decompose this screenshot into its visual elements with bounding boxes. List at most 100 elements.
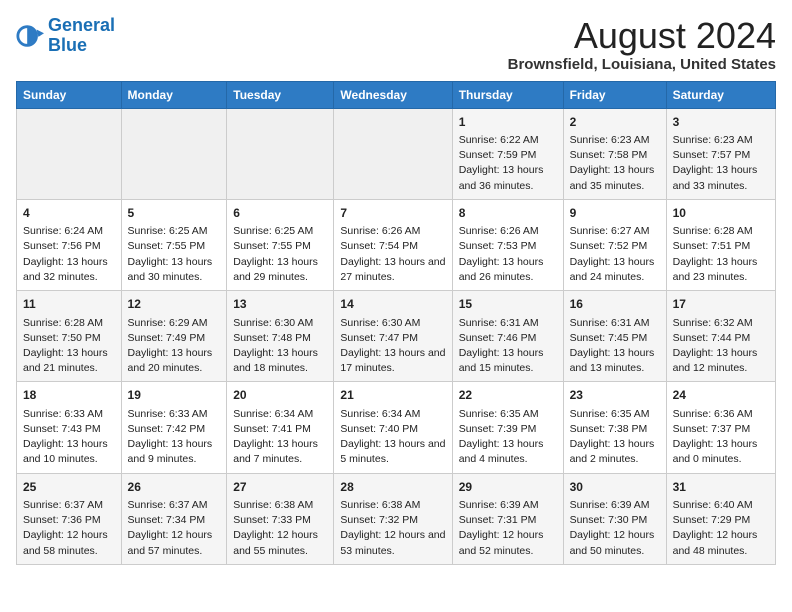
week-row-1: 1Sunrise: 6:22 AM Sunset: 7:59 PM Daylig… bbox=[17, 108, 776, 199]
day-cell: 2Sunrise: 6:23 AM Sunset: 7:58 PM Daylig… bbox=[563, 108, 666, 199]
day-detail: Sunrise: 6:27 AM Sunset: 7:52 PM Dayligh… bbox=[570, 224, 660, 285]
day-number: 28 bbox=[340, 479, 445, 496]
day-detail: Sunrise: 6:36 AM Sunset: 7:37 PM Dayligh… bbox=[673, 407, 769, 468]
day-cell: 14 Sunrise: 6:30 AM Sunset: 7:47 PM Dayli… bbox=[334, 291, 452, 382]
day-cell: 19 Sunrise: 6:33 AM Sunset: 7:42 PM Dayli… bbox=[121, 382, 227, 473]
day-cell bbox=[17, 108, 122, 199]
day-cell: 18Sunrise: 6:33 AM Sunset: 7:43 PM Dayli… bbox=[17, 382, 122, 473]
day-cell: 24 Sunrise: 6:36 AM Sunset: 7:37 PM Dayli… bbox=[666, 382, 775, 473]
day-cell bbox=[334, 108, 452, 199]
day-number: 26 bbox=[128, 479, 221, 496]
day-number: 21 bbox=[340, 387, 445, 404]
day-number: 10 bbox=[673, 205, 769, 222]
day-cell: 25 Sunrise: 6:37 AM Sunset: 7:36 PM Dayli… bbox=[17, 473, 122, 564]
col-header-sunday: Sunday bbox=[17, 81, 122, 108]
week-row-3: 11 Sunrise: 6:28 AM Sunset: 7:50 PM Dayli… bbox=[17, 291, 776, 382]
day-detail: Sunrise: 6:39 AM Sunset: 7:30 PM Dayligh… bbox=[570, 498, 660, 559]
day-cell: 4 Sunrise: 6:24 AM Sunset: 7:56 PM Daylig… bbox=[17, 199, 122, 290]
day-cell: 29 Sunrise: 6:39 AM Sunset: 7:31 PM Dayli… bbox=[452, 473, 563, 564]
day-detail: Sunrise: 6:33 AM Sunset: 7:42 PM Dayligh… bbox=[128, 407, 221, 468]
page-title: August 2024 bbox=[508, 16, 776, 56]
day-number: 4 bbox=[23, 205, 115, 222]
day-number: 12 bbox=[128, 296, 221, 313]
logo: General Blue bbox=[16, 16, 115, 56]
day-detail: Sunrise: 6:38 AM Sunset: 7:33 PM Dayligh… bbox=[233, 498, 327, 559]
day-number: 29 bbox=[459, 479, 557, 496]
day-number: 23 bbox=[570, 387, 660, 404]
logo-text: General Blue bbox=[48, 16, 115, 56]
day-detail: Sunrise: 6:38 AM Sunset: 7:32 PM Dayligh… bbox=[340, 498, 445, 559]
day-detail: Sunrise: 6:31 AM Sunset: 7:45 PM Dayligh… bbox=[570, 316, 660, 377]
day-detail: Sunrise: 6:39 AM Sunset: 7:31 PM Dayligh… bbox=[459, 498, 557, 559]
day-cell: 6 Sunrise: 6:25 AM Sunset: 7:55 PM Daylig… bbox=[227, 199, 334, 290]
day-number: 6 bbox=[233, 205, 327, 222]
day-number: 11 bbox=[23, 296, 115, 313]
col-header-friday: Friday bbox=[563, 81, 666, 108]
day-cell: 15 Sunrise: 6:31 AM Sunset: 7:46 PM Dayli… bbox=[452, 291, 563, 382]
col-header-saturday: Saturday bbox=[666, 81, 775, 108]
day-cell: 17 Sunrise: 6:32 AM Sunset: 7:44 PM Dayli… bbox=[666, 291, 775, 382]
title-area: August 2024 Brownsfield, Louisiana, Unit… bbox=[508, 16, 776, 73]
col-header-monday: Monday bbox=[121, 81, 227, 108]
week-row-4: 18Sunrise: 6:33 AM Sunset: 7:43 PM Dayli… bbox=[17, 382, 776, 473]
day-number: 13 bbox=[233, 296, 327, 313]
day-detail: Sunrise: 6:30 AM Sunset: 7:47 PM Dayligh… bbox=[340, 316, 445, 377]
col-header-wednesday: Wednesday bbox=[334, 81, 452, 108]
day-detail: Sunrise: 6:35 AM Sunset: 7:39 PM Dayligh… bbox=[459, 407, 557, 468]
page-subtitle: Brownsfield, Louisiana, United States bbox=[508, 56, 776, 73]
day-detail: Sunrise: 6:29 AM Sunset: 7:49 PM Dayligh… bbox=[128, 316, 221, 377]
day-number: 31 bbox=[673, 479, 769, 496]
day-cell: 26Sunrise: 6:37 AM Sunset: 7:34 PM Dayli… bbox=[121, 473, 227, 564]
col-header-tuesday: Tuesday bbox=[227, 81, 334, 108]
day-cell: 9Sunrise: 6:27 AM Sunset: 7:52 PM Daylig… bbox=[563, 199, 666, 290]
day-number: 20 bbox=[233, 387, 327, 404]
day-detail: Sunrise: 6:34 AM Sunset: 7:41 PM Dayligh… bbox=[233, 407, 327, 468]
day-detail: Sunrise: 6:26 AM Sunset: 7:54 PM Dayligh… bbox=[340, 224, 445, 285]
day-detail: Sunrise: 6:30 AM Sunset: 7:48 PM Dayligh… bbox=[233, 316, 327, 377]
logo-line1: General bbox=[48, 15, 115, 35]
day-cell: 30Sunrise: 6:39 AM Sunset: 7:30 PM Dayli… bbox=[563, 473, 666, 564]
day-number: 24 bbox=[673, 387, 769, 404]
day-detail: Sunrise: 6:33 AM Sunset: 7:43 PM Dayligh… bbox=[23, 407, 115, 468]
day-detail: Sunrise: 6:28 AM Sunset: 7:51 PM Dayligh… bbox=[673, 224, 769, 285]
day-detail: Sunrise: 6:28 AM Sunset: 7:50 PM Dayligh… bbox=[23, 316, 115, 377]
day-cell: 10 Sunrise: 6:28 AM Sunset: 7:51 PM Dayli… bbox=[666, 199, 775, 290]
day-detail: Sunrise: 6:37 AM Sunset: 7:36 PM Dayligh… bbox=[23, 498, 115, 559]
day-number: 3 bbox=[673, 114, 769, 131]
logo-line2: Blue bbox=[48, 35, 87, 55]
day-number: 19 bbox=[128, 387, 221, 404]
day-detail: Sunrise: 6:40 AM Sunset: 7:29 PM Dayligh… bbox=[673, 498, 769, 559]
day-cell: 27 Sunrise: 6:38 AM Sunset: 7:33 PM Dayli… bbox=[227, 473, 334, 564]
day-number: 5 bbox=[128, 205, 221, 222]
day-cell bbox=[227, 108, 334, 199]
week-row-2: 4 Sunrise: 6:24 AM Sunset: 7:56 PM Daylig… bbox=[17, 199, 776, 290]
week-row-5: 25 Sunrise: 6:37 AM Sunset: 7:36 PM Dayli… bbox=[17, 473, 776, 564]
day-detail: Sunrise: 6:24 AM Sunset: 7:56 PM Dayligh… bbox=[23, 224, 115, 285]
col-header-thursday: Thursday bbox=[452, 81, 563, 108]
day-number: 17 bbox=[673, 296, 769, 313]
day-cell: 1Sunrise: 6:22 AM Sunset: 7:59 PM Daylig… bbox=[452, 108, 563, 199]
day-cell: 20 Sunrise: 6:34 AM Sunset: 7:41 PM Dayli… bbox=[227, 382, 334, 473]
day-detail: Sunrise: 6:32 AM Sunset: 7:44 PM Dayligh… bbox=[673, 316, 769, 377]
logo-icon bbox=[16, 22, 44, 50]
day-cell: 3 Sunrise: 6:23 AM Sunset: 7:57 PM Daylig… bbox=[666, 108, 775, 199]
day-cell: 31 Sunrise: 6:40 AM Sunset: 7:29 PM Dayli… bbox=[666, 473, 775, 564]
day-cell bbox=[121, 108, 227, 199]
day-cell: 28 Sunrise: 6:38 AM Sunset: 7:32 PM Dayli… bbox=[334, 473, 452, 564]
day-number: 27 bbox=[233, 479, 327, 496]
day-number: 8 bbox=[459, 205, 557, 222]
day-detail: Sunrise: 6:25 AM Sunset: 7:55 PM Dayligh… bbox=[128, 224, 221, 285]
day-cell: 23Sunrise: 6:35 AM Sunset: 7:38 PM Dayli… bbox=[563, 382, 666, 473]
day-number: 25 bbox=[23, 479, 115, 496]
day-detail: Sunrise: 6:23 AM Sunset: 7:57 PM Dayligh… bbox=[673, 133, 769, 194]
calendar-header-row: SundayMondayTuesdayWednesdayThursdayFrid… bbox=[17, 81, 776, 108]
day-number: 15 bbox=[459, 296, 557, 313]
calendar-table: SundayMondayTuesdayWednesdayThursdayFrid… bbox=[16, 81, 776, 565]
day-detail: Sunrise: 6:25 AM Sunset: 7:55 PM Dayligh… bbox=[233, 224, 327, 285]
day-number: 2 bbox=[570, 114, 660, 131]
day-number: 14 bbox=[340, 296, 445, 313]
day-cell: 11 Sunrise: 6:28 AM Sunset: 7:50 PM Dayli… bbox=[17, 291, 122, 382]
day-cell: 13 Sunrise: 6:30 AM Sunset: 7:48 PM Dayli… bbox=[227, 291, 334, 382]
day-detail: Sunrise: 6:31 AM Sunset: 7:46 PM Dayligh… bbox=[459, 316, 557, 377]
day-cell: 8Sunrise: 6:26 AM Sunset: 7:53 PM Daylig… bbox=[452, 199, 563, 290]
